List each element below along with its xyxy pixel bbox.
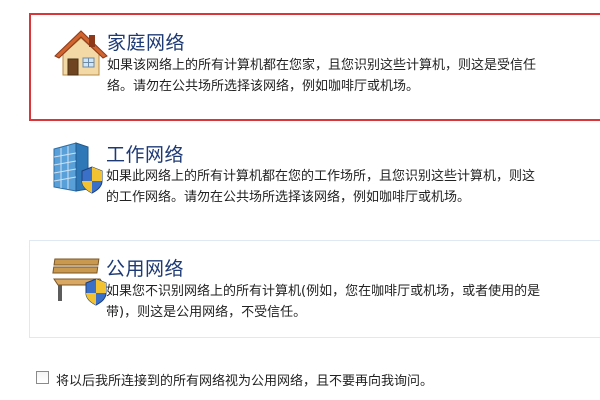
work-network-title: 工作网络 [106,144,185,166]
home-network-desc-line1: 如果该网络上的所有计算机都在您家，且您识别这些计算机，则这是受信任 [107,58,537,73]
home-network-option[interactable]: 家庭网络 如果该网络上的所有计算机都在您家，且您识别这些计算机，则这是受信任 络… [29,13,600,121]
office-building-icon [48,139,104,195]
work-network-desc-line1: 如果此网络上的所有计算机都在您的工作场所，且您识别这些计算机，则这 [106,169,536,184]
home-network-description: 如果该网络上的所有计算机都在您家，且您识别这些计算机，则这是受信任 络。请勿在公… [107,55,600,97]
house-icon [53,25,109,81]
treat-all-public-checkbox[interactable] [36,371,49,384]
public-network-desc-line1: 如果您不识别网络上的所有计算机(例如，您在咖啡厅或机场，或者使用的是 [106,284,541,299]
public-network-description: 如果您不识别网络上的所有计算机(例如，您在咖啡厅或机场，或者使用的是 带)，则这… [106,281,600,323]
public-network-title: 公用网络 [106,258,185,280]
treat-all-public-label[interactable]: 将以后我所连接到的所有网络视为公用网络，且不要再向我询问。 [56,370,433,389]
work-network-description: 如果此网络上的所有计算机都在您的工作场所，且您识别这些计算机，则这 的工作网络。… [106,166,600,208]
work-network-desc-line2: 的工作网络。请勿在公共场所选择该网络，例如咖啡厅或机场。 [106,190,471,205]
work-network-option[interactable]: 工作网络 如果此网络上的所有计算机都在您的工作场所，且您识别这些计算机，则这 的… [29,134,600,234]
home-network-desc-line2: 络。请勿在公共场所选择该网络，例如咖啡厅或机场。 [107,79,420,94]
public-network-option[interactable]: 公用网络 如果您不识别网络上的所有计算机(例如，您在咖啡厅或机场，或者使用的是 … [29,240,600,338]
public-network-desc-line2: 带)，则这是公用网络，不受信任。 [106,305,307,320]
home-network-title: 家庭网络 [107,32,186,54]
park-bench-icon [52,251,108,307]
